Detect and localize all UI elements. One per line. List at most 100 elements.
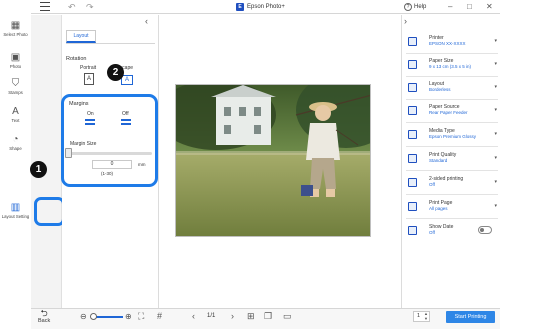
margin-size-input[interactable]: 0 — [92, 160, 132, 169]
margins-on-label: On — [87, 111, 94, 117]
text-icon: A — [12, 106, 19, 117]
epson-logo-icon: E — [236, 3, 244, 11]
layout-icon — [408, 83, 417, 92]
hamburger-menu-icon[interactable] — [40, 2, 50, 11]
setting-paper-source[interactable]: Paper Source Rear Paper Feeder ▾ — [406, 100, 498, 123]
zoom-slider-handle[interactable] — [90, 313, 97, 320]
setting-value: EPSON XX-XXXX — [429, 41, 466, 46]
rail-layout-setting[interactable]: ▥ Layout Setting — [0, 200, 31, 224]
stepper-arrows-icon[interactable]: ▲ ▼ — [424, 311, 428, 321]
media-type-icon — [408, 130, 417, 139]
setting-layout[interactable]: Layout Borderless ▾ — [406, 77, 498, 100]
setting-value: Off — [429, 230, 435, 235]
boy-fishing-photo — [176, 85, 370, 236]
rail-text[interactable]: A Text — [0, 106, 31, 123]
next-page-icon[interactable]: › — [231, 311, 234, 321]
chevron-down-icon: ▾ — [494, 38, 497, 44]
setting-media-type[interactable]: Media Type Epson Premium Glossy ▾ — [406, 124, 498, 147]
add-page-icon[interactable]: ⊞ — [247, 311, 255, 321]
margin-size-slider-handle[interactable] — [65, 148, 72, 158]
tab-divider — [66, 43, 155, 44]
minimize-icon[interactable]: – — [448, 1, 452, 13]
margins-on-option[interactable] — [85, 119, 95, 128]
layout-setting-icon: ▥ — [10, 202, 21, 213]
margin-size-slider[interactable] — [70, 152, 152, 155]
delete-page-icon[interactable]: ▭ — [283, 311, 292, 321]
show-date-toggle[interactable] — [478, 226, 492, 234]
previous-page-icon[interactable]: ‹ — [192, 311, 195, 321]
callout-badge-2: 2 — [107, 64, 124, 81]
close-icon[interactable]: ✕ — [486, 1, 493, 13]
rail-stamps-label: Stamps — [8, 90, 23, 95]
back-button[interactable]: ⮌ Back — [38, 309, 50, 325]
app-title-text: Epson Photo+ — [247, 4, 285, 10]
callout-badge-1: 1 — [30, 161, 47, 178]
zoom-slider[interactable] — [93, 316, 123, 318]
margin-size-label: Margin Size — [70, 141, 97, 147]
rail-shape-label: Shape — [9, 146, 22, 151]
margin-range: (1-30) — [101, 171, 114, 176]
maximize-icon[interactable]: □ — [467, 1, 472, 13]
margin-unit: mm — [138, 162, 146, 167]
zoom-out-icon[interactable]: ⊖ — [80, 312, 87, 321]
print-settings-collapse-icon[interactable]: › — [404, 16, 407, 27]
chevron-down-icon: ▾ — [494, 203, 497, 209]
stamp-icon: ⛉ — [11, 78, 20, 89]
copies-stepper[interactable]: 1 ▲ ▼ — [413, 311, 430, 322]
setting-print-page[interactable]: Print Page All pages ▾ — [406, 196, 498, 219]
setting-value: Rear Paper Feeder — [429, 110, 468, 115]
duplicate-page-icon[interactable]: ❐ — [264, 311, 272, 321]
help-label: Help — [414, 4, 427, 10]
fit-to-screen-icon[interactable]: ⛶ — [138, 311, 144, 321]
help-button[interactable]: ? Help — [404, 2, 426, 12]
setting-value: Standard — [429, 158, 448, 163]
grid-icon[interactable]: # — [157, 311, 162, 321]
start-printing-button[interactable]: Start Printing — [446, 311, 495, 323]
setting-value: Off — [429, 182, 435, 187]
photo-select-icon: ▦ — [10, 20, 21, 31]
two-sided-icon — [408, 178, 417, 187]
callout-highlight-layout-setting — [34, 197, 65, 226]
chevron-down-icon: ▾ — [494, 61, 497, 67]
paper-source-icon — [408, 106, 417, 115]
setting-printer[interactable]: Printer EPSON XX-XXXX ▾ — [406, 31, 498, 54]
setting-value: All pages — [429, 206, 448, 211]
page-indicator: 1/1 — [207, 313, 216, 319]
print-quality-icon — [408, 154, 417, 163]
margins-off-option[interactable] — [121, 119, 131, 128]
margins-title: Margins — [69, 101, 89, 107]
print-page-icon — [408, 202, 417, 211]
margins-off-label: Off — [122, 111, 129, 117]
back-label: Back — [38, 318, 51, 324]
chevron-down-icon: ▾ — [494, 107, 497, 113]
redo-icon[interactable]: ↷ — [86, 1, 94, 13]
show-date-icon — [408, 226, 417, 235]
rotation-title: Rotation — [66, 56, 87, 62]
photo-preview[interactable] — [175, 84, 371, 237]
rail-shape[interactable]: ◔ Shape — [0, 134, 31, 151]
setting-print-quality[interactable]: Print Quality Standard ▾ — [406, 148, 498, 171]
chevron-down-icon: ▾ — [494, 155, 497, 161]
setting-two-sided[interactable]: 2-sided printing Off ▾ — [406, 172, 498, 195]
setting-value: Epson Premium Glossy — [429, 134, 477, 139]
rail-photo[interactable]: ▣ Photo — [0, 52, 31, 69]
rail-stamps[interactable]: ⛉ Stamps — [0, 78, 31, 95]
rail-text-label: Text — [11, 118, 20, 123]
setting-value: 9 x 13 cm (3.5 x 5 in) — [429, 64, 472, 69]
paper-size-icon — [408, 60, 417, 69]
tab-layout[interactable]: Layout — [66, 30, 96, 43]
help-icon: ? — [404, 3, 412, 11]
panel-collapse-icon[interactable]: ‹ — [145, 15, 148, 27]
back-arrow-icon: ⮌ — [40, 308, 48, 318]
zoom-in-icon[interactable]: ⊕ — [125, 312, 132, 321]
portrait-option[interactable]: A — [84, 73, 94, 85]
app-title: E Epson Photo+ — [236, 2, 285, 12]
chevron-down-icon: ▾ — [494, 179, 497, 185]
setting-paper-size[interactable]: Paper Size 9 x 13 cm (3.5 x 5 in) ▾ — [406, 54, 498, 77]
photo-add-icon: ▣ — [10, 52, 21, 63]
undo-icon[interactable]: ↶ — [68, 1, 76, 13]
rail-select-photo[interactable]: ▦ Select Photo — [0, 20, 31, 37]
shape-icon: ◔ — [12, 134, 19, 145]
rail-layout-setting-label: Layout Setting — [1, 214, 30, 219]
rail-photo-label: Photo — [9, 64, 22, 69]
